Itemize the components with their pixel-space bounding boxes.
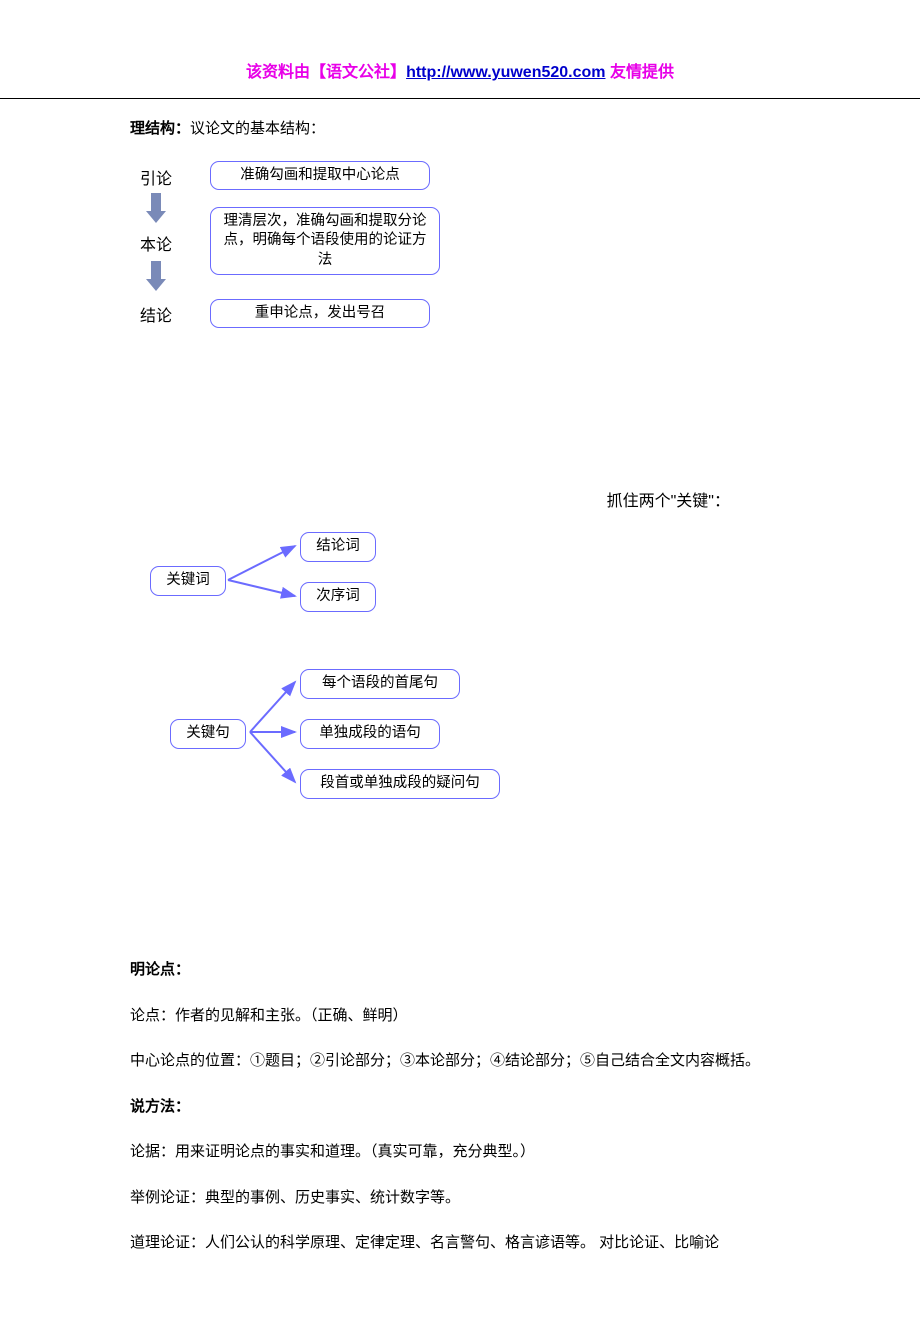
para-thesis-positions: 中心论点的位置：①题目；②引论部分；③本论部分；④结论部分；⑤自己结合全文内容概… — [130, 1045, 790, 1077]
box-standalone-sentence: 单独成段的语句 — [300, 719, 440, 749]
arrow-down-icon — [148, 193, 164, 223]
para-example-argument: 举例论证：典型的事例、历史事实、统计数字等。 — [130, 1182, 790, 1214]
keys-diagram: 关键词 结论词 次序词 关键句 每个语段的首尾句 单独成段的语句 段首或单独成段… — [130, 524, 790, 844]
banner-prefix: 该资料由【语文公社】 — [246, 64, 406, 81]
para-evidence-def: 论据：用来证明论点的事实和道理。（真实可靠，充分典型。） — [130, 1136, 790, 1168]
stage-conclusion: 结论 — [140, 304, 172, 330]
para-reason-argument: 道理论证：人们公认的科学原理、定律定理、名言警句、格言谚语等。 对比论证、比喻论 — [130, 1227, 790, 1259]
stage-body: 本论 — [140, 233, 172, 259]
box-body-desc: 理清层次，准确勾画和提取分论点，明确每个语段使用的论证方法 — [210, 207, 440, 276]
box-question-sentence: 段首或单独成段的疑问句 — [300, 769, 500, 799]
box-first-last-sentence: 每个语段的首尾句 — [300, 669, 460, 699]
box-intro-desc: 准确勾画和提取中心论点 — [210, 161, 430, 191]
section1-title-rest: 议论文的基本结构： — [190, 120, 325, 137]
section1-title: 理结构：议论文的基本结构： — [130, 117, 790, 141]
heading-thesis: 明论点： — [130, 954, 790, 986]
box-order-word: 次序词 — [300, 582, 376, 612]
section2-caption: 抓住两个"关键"： — [130, 489, 790, 515]
box-conclusion-word: 结论词 — [300, 532, 376, 562]
structure-diagram: 引论 本论 结论 准确勾画和提取中心论点 理清层次，准确勾画和提取分论点，明确每… — [130, 159, 790, 389]
box-key-sentence: 关键句 — [170, 719, 246, 749]
attribution-banner: 该资料由【语文公社】http://www.yuwen520.com 友情提供 — [0, 0, 920, 98]
section1-title-bold: 理结构： — [130, 120, 190, 137]
box-keyword: 关键词 — [150, 566, 226, 596]
box-conclusion-desc: 重申论点，发出号召 — [210, 299, 430, 329]
header-divider — [0, 98, 920, 99]
banner-suffix: 友情提供 — [606, 64, 674, 81]
para-thesis-def: 论点：作者的见解和主张。（正确、鲜明） — [130, 1000, 790, 1032]
arrow-down-icon — [148, 261, 164, 291]
banner-link[interactable]: http://www.yuwen520.com — [406, 64, 605, 81]
page-content: 理结构：议论文的基本结构： 引论 本论 结论 准确勾画和提取中心论点 理清层次，… — [0, 117, 920, 1333]
heading-methods: 说方法： — [130, 1091, 790, 1123]
body-text-block: 明论点： 论点：作者的见解和主张。（正确、鲜明） 中心论点的位置：①题目；②引论… — [130, 954, 790, 1259]
stage-intro: 引论 — [140, 167, 172, 193]
